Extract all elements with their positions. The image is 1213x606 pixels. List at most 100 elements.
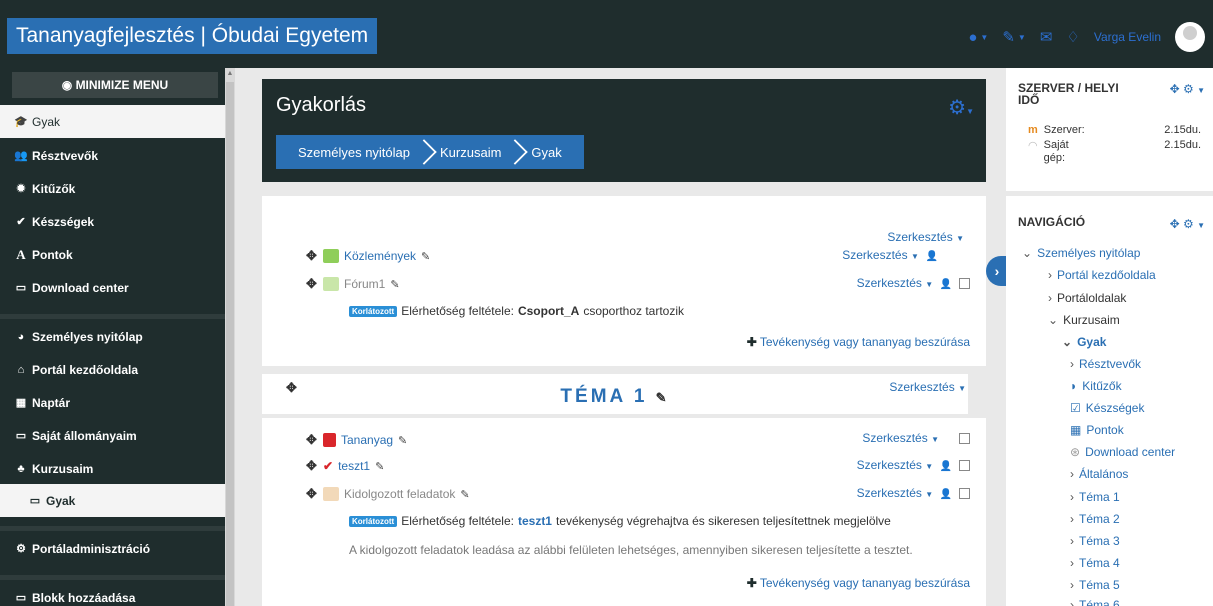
breadcrumb-item[interactable]: Kurzusaim: [430, 145, 511, 160]
sidebar-item-pontok[interactable]: A Pontok: [0, 238, 225, 271]
sidebar-item-szemelyes-nyitolap[interactable]: ◕ Személyes nyitólap: [0, 320, 225, 353]
chevron-right-icon: ›: [1070, 534, 1074, 548]
nav-item[interactable]: › Téma 3: [1070, 534, 1120, 548]
add-activity-link[interactable]: ✚ Tevékenység vagy tananyag beszúrása: [747, 576, 970, 590]
breadcrumb-item[interactable]: Személyes nyitólap: [288, 145, 420, 160]
user-name[interactable]: Varga Evelin: [1094, 30, 1161, 44]
nav-item[interactable]: › Résztvevők: [1070, 357, 1141, 371]
add-activity-link[interactable]: ✚ Tevékenység vagy tananyag beszúrása: [747, 335, 970, 349]
nav-item[interactable]: › Téma 6: [1070, 598, 1120, 606]
restriction-link[interactable]: teszt1: [518, 514, 552, 528]
chevron-right-icon: ›: [1048, 291, 1052, 305]
chevron-down-icon: ▼: [1017, 32, 1026, 42]
sidebar-item-resztvevok[interactable]: 👥 Résztvevők: [0, 139, 225, 172]
sidebar-item-portal-kezdooldala[interactable]: ⌂ Portál kezdőoldala: [0, 353, 225, 386]
nav-item[interactable]: › Téma 4: [1070, 556, 1120, 570]
sidebar-item-gyak[interactable]: 🎓 Gyak: [0, 105, 225, 138]
forum-icon: [323, 277, 339, 291]
notifications-button[interactable]: ♢: [1066, 28, 1079, 46]
completion-checkbox[interactable]: [959, 278, 970, 290]
sidebar-item-kurzusaim[interactable]: ♣ Kurzusaim: [0, 452, 225, 485]
activity-link[interactable]: Közlemények: [344, 249, 416, 263]
toggle-blocks-button[interactable]: ›: [986, 256, 1008, 286]
user-icon[interactable]: 👤: [926, 251, 938, 262]
activity-edit-menu[interactable]: Szerkesztés ▼: [862, 431, 970, 445]
chevron-down-icon[interactable]: ▼: [1197, 221, 1205, 230]
nav-item[interactable]: ⌄ Kurzusaim: [1048, 313, 1120, 327]
activity-link[interactable]: Kidolgozott feladatok: [344, 487, 455, 501]
shield-icon: ◗: [1070, 379, 1078, 393]
nav-item[interactable]: ☑ Készségek: [1070, 401, 1144, 415]
section-edit-menu[interactable]: Szerkesztés ▼: [887, 230, 964, 244]
sidebar-item-portaladminisztracio[interactable]: ⚙ Portáladminisztráció: [0, 532, 225, 565]
breadcrumb-item[interactable]: Gyak: [521, 145, 571, 160]
move-icon[interactable]: ✥: [306, 248, 318, 264]
sidebar-item-naptar[interactable]: ▦ Naptár: [0, 386, 225, 419]
chevron-right-icon: [420, 135, 430, 169]
pencil-icon[interactable]: ✎: [421, 250, 430, 263]
pencil-icon[interactable]: ✎: [390, 278, 399, 291]
nav-item[interactable]: › Portáloldalak: [1048, 291, 1126, 305]
gear-icon[interactable]: ⚙: [1183, 82, 1194, 96]
grades-icon: A: [16, 246, 26, 262]
activity-edit-menu[interactable]: Szerkesztés ▼ 👤: [857, 276, 970, 290]
move-icon[interactable]: ✥: [306, 276, 318, 292]
move-icon[interactable]: ✥: [306, 486, 318, 502]
nav-item[interactable]: › Általános: [1070, 467, 1128, 481]
activity-edit-menu[interactable]: Szerkesztés ▼ 👤: [857, 458, 970, 472]
user-icon[interactable]: 👤: [940, 489, 952, 500]
nav-item[interactable]: › Téma 5: [1070, 578, 1120, 592]
chevron-down-icon: ▼: [958, 384, 966, 393]
sidebar-item-kituzok[interactable]: ✹ Kitűzők: [0, 172, 225, 205]
activity-link[interactable]: Fórum1: [344, 277, 385, 291]
sidebar-item-keszsegek[interactable]: ✔ Készségek: [0, 205, 225, 238]
language-menu[interactable]: ● ▼: [968, 29, 988, 46]
sidebar-item-gyak-course[interactable]: ▭ Gyak: [0, 484, 225, 517]
user-icon[interactable]: 👤: [940, 279, 952, 290]
course-settings-menu[interactable]: ⚙▼: [948, 95, 974, 120]
move-icon[interactable]: ✥: [1170, 217, 1180, 231]
sidebar: ◉ MINIMIZE MENU 🎓 Gyak 👥 Résztvevők ✹ Kitűz…: [0, 68, 225, 606]
sidebar-item-sajat-allomanyaim[interactable]: ▭ Saját állományaim: [0, 419, 225, 452]
nav-item[interactable]: ⌄ Gyak: [1062, 335, 1106, 349]
plus-icon: ✚: [746, 335, 757, 349]
theme-menu[interactable]: ✎ ▼: [1002, 28, 1026, 46]
users-icon: 👥: [14, 150, 28, 162]
activity-link[interactable]: teszt1: [338, 459, 370, 473]
activity-link[interactable]: Tananyag: [341, 433, 393, 447]
completion-checkbox[interactable]: [959, 433, 970, 445]
pencil-icon[interactable]: ✎: [656, 390, 670, 405]
section-edit-menu[interactable]: Szerkesztés ▼: [889, 380, 966, 394]
completion-checkbox[interactable]: [959, 488, 970, 500]
messages-button[interactable]: ✉: [1040, 28, 1053, 46]
pencil-icon[interactable]: ✎: [460, 488, 469, 501]
move-icon[interactable]: ✥: [306, 432, 318, 448]
minimize-menu-button[interactable]: ◉ MINIMIZE MENU: [12, 72, 218, 98]
scroll-up-icon[interactable]: ▲: [225, 68, 235, 80]
pencil-icon[interactable]: ✎: [375, 460, 384, 473]
nav-item[interactable]: › Téma 1: [1070, 490, 1120, 504]
completion-checkbox[interactable]: [959, 460, 970, 472]
nav-item[interactable]: › Téma 2: [1070, 512, 1120, 526]
sidebar-item-download-center[interactable]: ▭ Download center: [0, 271, 225, 304]
activity-edit-menu[interactable]: Szerkesztés ▼ 👤: [842, 248, 938, 262]
move-icon[interactable]: ✥: [306, 458, 318, 474]
nav-item[interactable]: › Portál kezdőoldala: [1048, 268, 1156, 282]
nav-item[interactable]: ⌄ Személyes nyitólap: [1022, 246, 1140, 260]
activity-edit-menu[interactable]: Szerkesztés ▼ 👤: [857, 486, 970, 500]
avatar[interactable]: [1175, 22, 1205, 52]
user-icon[interactable]: 👤: [940, 461, 952, 472]
nav-item[interactable]: ◗ Kitűzők: [1070, 379, 1122, 393]
scroll-thumb[interactable]: [226, 82, 234, 606]
site-brand[interactable]: Tananyagfejlesztés | Óbudai Egyetem: [7, 18, 378, 54]
chevron-down-icon: ▼: [925, 462, 934, 471]
gear-icon[interactable]: ⚙: [1183, 217, 1194, 231]
move-icon[interactable]: ✥: [1170, 82, 1180, 96]
top-navbar: Tananyagfejlesztés | Óbudai Egyetem ● ▼ ✎…: [0, 0, 1213, 68]
sidebar-scrollbar[interactable]: ▲: [225, 68, 235, 606]
sidebar-item-blokk-hozzaadasa[interactable]: ▭ Blokk hozzáadása: [0, 581, 225, 606]
pencil-icon[interactable]: ✎: [398, 434, 407, 447]
chevron-down-icon[interactable]: ▼: [1197, 86, 1205, 95]
nav-item[interactable]: ⊛ Download center: [1070, 445, 1175, 459]
nav-item[interactable]: ▦ Pontok: [1070, 423, 1124, 437]
